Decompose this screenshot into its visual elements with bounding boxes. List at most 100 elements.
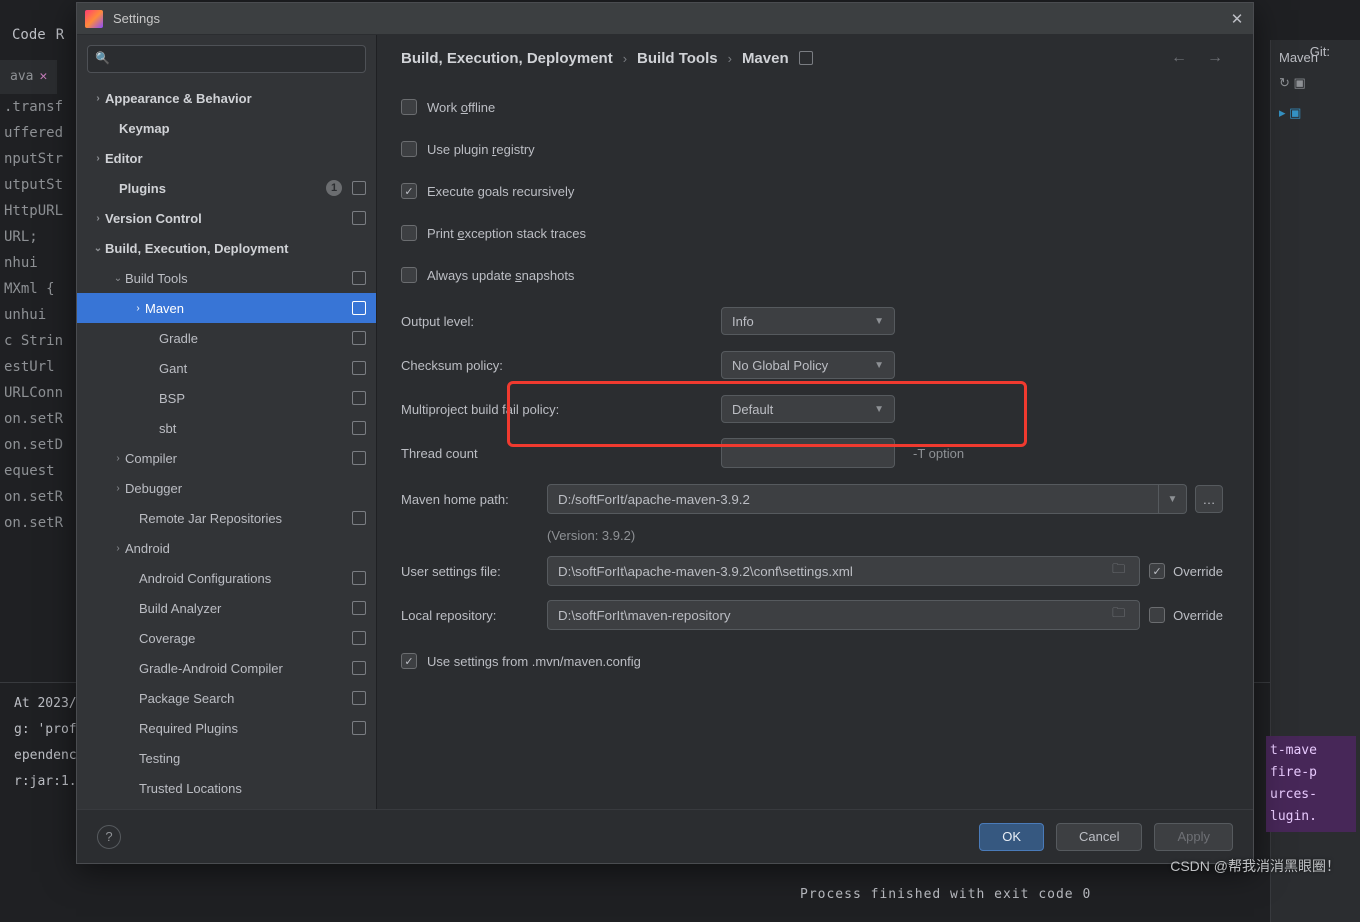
thread-hint: -T option: [913, 446, 964, 461]
tree-item-label: Android Configurations: [139, 571, 348, 586]
tree-item-label: Editor: [105, 151, 366, 166]
tree-item-label: Appearance & Behavior: [105, 91, 366, 106]
breadcrumb: Build, Execution, Deployment› Build Tool…: [401, 49, 1223, 67]
tree-item-label: Required Plugins: [139, 721, 348, 736]
settings-main-panel: Build, Execution, Deployment› Build Tool…: [377, 35, 1253, 809]
folder-icon[interactable]: 🗀: [1112, 604, 1125, 626]
thread-count-input[interactable]: [721, 438, 895, 468]
tree-item-label: Build Tools: [125, 271, 348, 286]
tree-item-build-execution-deployment[interactable]: ⌄Build, Execution, Deployment: [77, 233, 376, 263]
tree-item-label: sbt: [159, 421, 348, 436]
close-icon[interactable]: ✕: [1229, 11, 1245, 27]
tree-item-gant[interactable]: Gant: [77, 353, 376, 383]
output-level-label: Output level:: [401, 314, 721, 329]
project-scope-icon: [352, 571, 366, 585]
cancel-button[interactable]: Cancel: [1056, 823, 1142, 851]
tree-item-debugger[interactable]: ›Debugger: [77, 473, 376, 503]
checkbox-label: Execute goals recursively: [427, 184, 574, 199]
settings-tree[interactable]: ›Appearance & BehaviorKeymap›EditorPlugi…: [77, 83, 376, 809]
override-label: Override: [1173, 564, 1223, 579]
checksum-policy-select[interactable]: No Global Policy▼: [721, 351, 895, 379]
badge: 1: [326, 180, 342, 196]
tree-item-label: Keymap: [119, 121, 366, 136]
maven-home-input[interactable]: [547, 484, 1159, 514]
project-scope-icon: [352, 691, 366, 705]
override-label: Override: [1173, 608, 1223, 623]
tree-item-label: Gradle: [159, 331, 348, 346]
folder-icon[interactable]: 🗀: [1112, 560, 1125, 582]
maven-home-dropdown[interactable]: ▼: [1159, 484, 1187, 514]
tree-item-label: Android: [125, 541, 366, 556]
project-scope-icon: [352, 211, 366, 225]
tree-item-bsp[interactable]: BSP: [77, 383, 376, 413]
checkbox[interactable]: [401, 267, 417, 283]
use-mvn-config-checkbox[interactable]: [401, 653, 417, 669]
watermark: CSDN @帮我消消黑眼圈！: [1170, 856, 1340, 876]
output-level-select[interactable]: Info▼: [721, 307, 895, 335]
tree-item-build-analyzer[interactable]: Build Analyzer: [77, 593, 376, 623]
checkbox[interactable]: [401, 225, 417, 241]
tree-item-editor[interactable]: ›Editor: [77, 143, 376, 173]
settings-sidebar: 🔍 ›Appearance & BehaviorKeymap›EditorPlu…: [77, 35, 377, 809]
tree-item-plugins[interactable]: Plugins1: [77, 173, 376, 203]
tree-item-remote-jar-repositories[interactable]: Remote Jar Repositories: [77, 503, 376, 533]
tree-item-keymap[interactable]: Keymap: [77, 113, 376, 143]
tree-item-maven[interactable]: ›Maven: [77, 293, 376, 323]
tree-item-appearance-behavior[interactable]: ›Appearance & Behavior: [77, 83, 376, 113]
tree-item-label: Version Control: [105, 211, 348, 226]
tree-item-label: Remote Jar Repositories: [139, 511, 348, 526]
project-scope-icon: [352, 271, 366, 285]
tree-item-gradle[interactable]: Gradle: [77, 323, 376, 353]
help-button[interactable]: ?: [97, 825, 121, 849]
tree-item-sbt[interactable]: sbt: [77, 413, 376, 443]
user-settings-input[interactable]: [547, 556, 1140, 586]
tree-item-android-configurations[interactable]: Android Configurations: [77, 563, 376, 593]
tree-item-label: Package Search: [139, 691, 348, 706]
chevron-down-icon: ▼: [1168, 494, 1178, 505]
tree-item-android[interactable]: ›Android: [77, 533, 376, 563]
tree-item-package-search[interactable]: Package Search: [77, 683, 376, 713]
nav-forward-icon[interactable]: →: [1207, 49, 1223, 67]
checkbox-label: Always update snapshots: [427, 268, 574, 283]
tree-item-compiler[interactable]: ›Compiler: [77, 443, 376, 473]
project-scope-icon: [352, 631, 366, 645]
checkbox[interactable]: [401, 183, 417, 199]
tree-item-gradle-android-compiler[interactable]: Gradle-Android Compiler: [77, 653, 376, 683]
project-scope-icon: [352, 601, 366, 615]
tree-item-label: Build Analyzer: [139, 601, 348, 616]
project-scope-icon: [352, 451, 366, 465]
local-repo-input[interactable]: [547, 600, 1140, 630]
tree-item-coverage[interactable]: Coverage: [77, 623, 376, 653]
apply-button[interactable]: Apply: [1154, 823, 1233, 851]
tree-item-testing[interactable]: Testing: [77, 743, 376, 773]
settings-search-input[interactable]: [87, 45, 366, 73]
chevron-icon: ›: [91, 93, 105, 104]
tree-item-trusted-locations[interactable]: Trusted Locations: [77, 773, 376, 803]
tree-item-version-control[interactable]: ›Version Control: [77, 203, 376, 233]
tree-item-label: Testing: [139, 751, 366, 766]
user-settings-override-checkbox[interactable]: [1149, 563, 1165, 579]
ok-button[interactable]: OK: [979, 823, 1044, 851]
use-mvn-config-label: Use settings from .mvn/maven.config: [427, 654, 641, 669]
maven-home-label: Maven home path:: [401, 492, 547, 507]
chevron-icon: ›: [91, 213, 105, 224]
tree-item-required-plugins[interactable]: Required Plugins: [77, 713, 376, 743]
project-scope-icon: [352, 391, 366, 405]
checkbox[interactable]: [401, 141, 417, 157]
browse-button[interactable]: …: [1195, 485, 1223, 513]
nav-back-icon[interactable]: ←: [1171, 49, 1187, 67]
dialog-footer: ? OK Cancel Apply: [77, 809, 1253, 863]
checkbox-label: Print exception stack traces: [427, 226, 586, 241]
project-scope-icon: [352, 181, 366, 195]
chevron-icon: ›: [111, 483, 125, 494]
checkbox[interactable]: [401, 99, 417, 115]
local-repo-override-checkbox[interactable]: [1149, 607, 1165, 623]
tree-item-label: Gradle-Android Compiler: [139, 661, 348, 676]
settings-dialog: Settings ✕ 🔍 ›Appearance & BehaviorKeyma…: [76, 2, 1254, 864]
multiproject-fail-select[interactable]: Default▼: [721, 395, 895, 423]
project-scope-icon: [352, 721, 366, 735]
project-scope-icon: [352, 511, 366, 525]
tree-item-build-tools[interactable]: ⌄Build Tools: [77, 263, 376, 293]
dialog-titlebar[interactable]: Settings ✕: [77, 3, 1253, 35]
tree-item-label: BSP: [159, 391, 348, 406]
